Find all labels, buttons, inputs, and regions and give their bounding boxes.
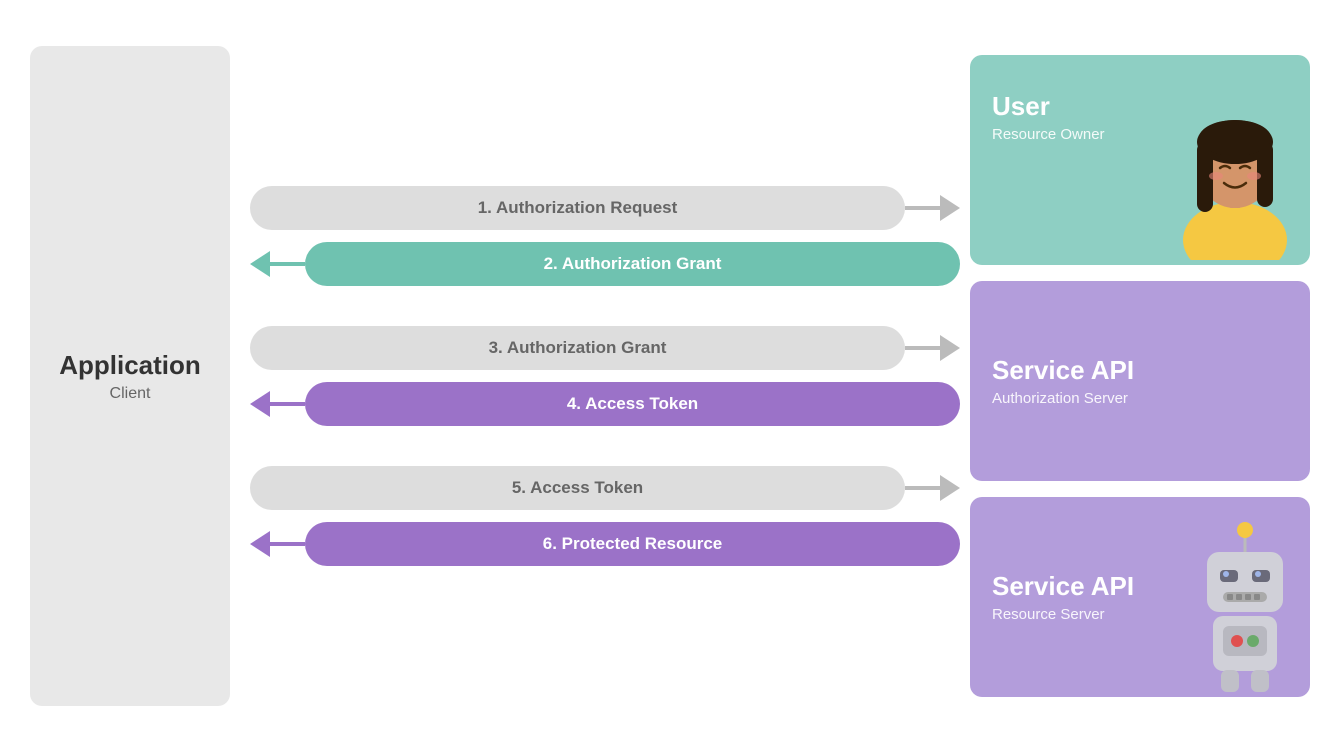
step-2-tail [270,262,305,266]
step-4-row: 4. Access Token [250,380,960,428]
step-5-pill: 5. Access Token [250,466,905,510]
diagram-container: Application Client 1. Authorization Requ… [0,0,1340,752]
client-subtitle: Client [110,385,151,403]
step-3-arrowhead [940,335,960,361]
robot-character [1185,522,1305,697]
auth-server-text-block: Service API Authorization Server [992,355,1134,407]
step-4-pill: 4. Access Token [305,382,960,426]
client-title: Application [59,350,201,381]
client-panel: Application Client [30,46,230,706]
auth-server-title: Service API [992,355,1134,386]
step-6-tail [270,542,305,546]
resource-server-subtitle: Resource Server [992,606,1134,623]
auth-server-panel: Service API Authorization Server [970,281,1310,481]
user-panel-title: User [992,91,1105,122]
step-3-tail [905,346,940,350]
user-panel-subtitle: Resource Owner [992,126,1105,143]
user-panel: User Resource Owner [970,55,1310,265]
resource-server-text-block: Service API Resource Server [992,571,1134,623]
step-5-6-group: 5. Access Token 6. Protected Resource [250,464,960,568]
user-character [1170,80,1300,265]
step-6-pill: 6. Protected Resource [305,522,960,566]
step-6-row: 6. Protected Resource [250,520,960,568]
step-2-arrowhead [250,251,270,277]
step-4-arrowhead [250,391,270,417]
step-1-row: 1. Authorization Request [250,184,960,232]
step-2-row: 2. Authorization Grant [250,240,960,288]
step-6-arrowhead [250,531,270,557]
step-1-tail [905,206,940,210]
step-1-2-group: 1. Authorization Request 2. Authorizatio… [250,184,960,288]
step-4-tail [270,402,305,406]
step-2-pill: 2. Authorization Grant [305,242,960,286]
right-section: User Resource Owner [970,55,1310,697]
user-text-block: User Resource Owner [992,75,1105,143]
arrows-section: 1. Authorization Request 2. Authorizatio… [240,184,970,568]
resource-server-panel: Service API Resource Server [970,497,1310,697]
step-5-tail [905,486,940,490]
step-3-pill: 3. Authorization Grant [250,326,905,370]
step-3-row: 3. Authorization Grant [250,324,960,372]
step-1-pill: 1. Authorization Request [250,186,905,230]
step-3-4-group: 3. Authorization Grant 4. Access Token [250,324,960,428]
auth-server-subtitle: Authorization Server [992,390,1134,407]
step-5-arrowhead [940,475,960,501]
resource-server-title: Service API [992,571,1134,602]
step-1-arrowhead [940,195,960,221]
step-5-row: 5. Access Token [250,464,960,512]
